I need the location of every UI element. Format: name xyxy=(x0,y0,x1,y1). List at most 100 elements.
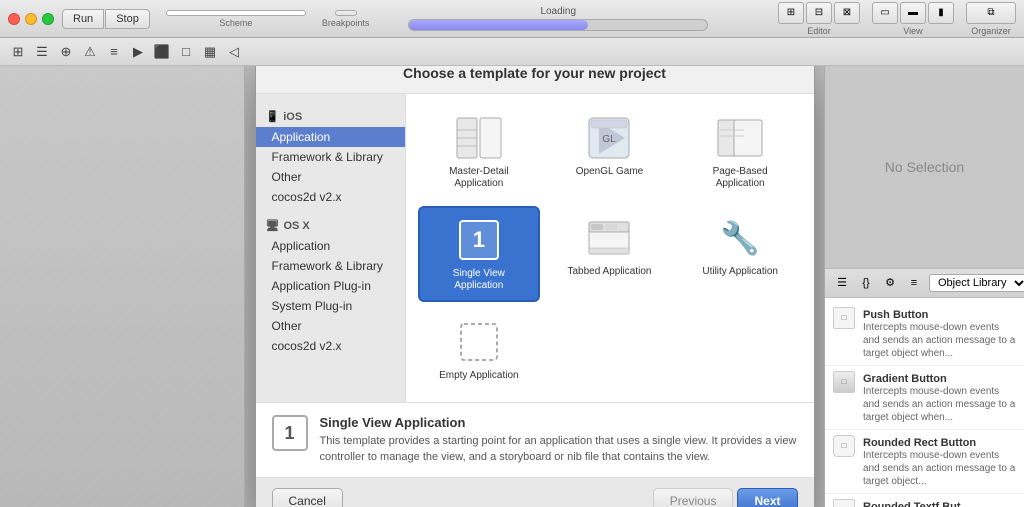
library-icon-1[interactable]: ☰ xyxy=(831,272,853,294)
monitor-icon: 🖥 xyxy=(266,219,280,232)
modal-overlay: Choose a template for your new project 📱… xyxy=(245,66,824,507)
templates-grid: Master-DetailApplication GL xyxy=(406,94,814,402)
previous-button[interactable]: Previous xyxy=(653,488,734,507)
desc-text: Single View Application This template pr… xyxy=(320,415,798,465)
library-item-push-button: □ Push Button Intercepts mouse-down even… xyxy=(825,302,1024,366)
view-icon-2[interactable]: ▬ xyxy=(900,2,926,24)
template-utility[interactable]: 🔧 Utility Application xyxy=(679,206,802,302)
library-list: □ Push Button Intercepts mouse-down even… xyxy=(825,298,1024,507)
left-panel-bg xyxy=(0,66,244,507)
toolbar-icon-list[interactable]: ☰ xyxy=(32,42,52,62)
sidebar-item-osx-sysplugin[interactable]: System Plug-in xyxy=(256,296,405,316)
sidebar-item-osx-framework[interactable]: Framework & Library xyxy=(256,256,405,276)
footer-nav-buttons: Previous Next xyxy=(653,488,798,507)
library-item-gradient-button: □ Gradient Button Intercepts mouse-down … xyxy=(825,366,1024,430)
template-tabbed[interactable]: Tabbed Application xyxy=(548,206,671,302)
desc-body: This template provides a starting point … xyxy=(320,434,798,465)
toolbar-icon-menu[interactable]: ≡ xyxy=(104,42,124,62)
desc-title: Single View Application xyxy=(320,415,798,430)
sidebar-item-osx-cocos2d[interactable]: cocos2d v2.x xyxy=(256,336,405,356)
library-icon-3[interactable]: ⚙ xyxy=(879,272,901,294)
toolbar-icon-square[interactable]: □ xyxy=(176,42,196,62)
next-button[interactable]: Next xyxy=(737,488,797,507)
view-icon-3[interactable]: ▮ xyxy=(928,2,954,24)
rounded-rect-icon: □ xyxy=(833,435,855,457)
sidebar-item-ios-other[interactable]: Other xyxy=(256,167,405,187)
toolbar-icon-back[interactable]: ◁ xyxy=(224,42,244,62)
toolbar-right: ⊞ ⊟ ⊠ Editor ▭ ▬ ▮ View ⧉ Organizer xyxy=(778,2,1016,36)
push-button-icon: □ xyxy=(833,307,855,329)
cancel-button[interactable]: Cancel xyxy=(272,488,343,507)
view-icons: ▭ ▬ ▮ xyxy=(872,2,954,24)
editor-label: Editor xyxy=(807,26,831,36)
sidebar-item-osx-other[interactable]: Other xyxy=(256,316,405,336)
close-button[interactable] xyxy=(8,13,20,25)
phone-icon: 📱 xyxy=(266,110,280,123)
editor-icon-2[interactable]: ⊟ xyxy=(806,2,832,24)
toolbar-icon-add[interactable]: ⊕ xyxy=(56,42,76,62)
svg-text:GL: GL xyxy=(603,134,617,145)
template-page-based[interactable]: Page-BasedApplication xyxy=(679,106,802,198)
toolbar-icon-play[interactable]: ▶ xyxy=(128,42,148,62)
organizer-btn[interactable]: ⧉ xyxy=(966,2,1016,24)
sidebar-item-ios-application[interactable]: Application xyxy=(256,127,405,147)
osx-section: 🖥 OS X Application Framework & Library A… xyxy=(256,211,405,360)
editor-icon-1[interactable]: ⊞ xyxy=(778,2,804,24)
template-opengl[interactable]: GL OpenGL Game xyxy=(548,106,671,198)
run-button[interactable]: Run xyxy=(62,9,104,29)
breakpoints-btn[interactable] xyxy=(335,10,357,16)
object-library-toolbar: ☰ {} ⚙ ≡ Object Library ⊞ ☰ xyxy=(825,268,1024,298)
push-button-text: Push Button Intercepts mouse-down events… xyxy=(863,307,1016,360)
rounded-rect-desc: Intercepts mouse-down events and sends a… xyxy=(863,449,1016,488)
template-empty[interactable]: Empty Application xyxy=(418,310,541,390)
organizer-label: Organizer xyxy=(971,26,1011,36)
toolbar-icon-grid[interactable]: ⊞ xyxy=(8,42,28,62)
library-icon-2[interactable]: {} xyxy=(855,272,877,294)
object-library-select[interactable]: Object Library xyxy=(929,274,1024,292)
loading-bar-fill xyxy=(409,20,588,30)
osx-header: 🖥 OS X xyxy=(256,215,405,236)
gradient-button-title: Gradient Button xyxy=(863,373,947,385)
push-button-desc: Intercepts mouse-down events and sends a… xyxy=(863,321,1016,360)
sidebar-item-osx-plugin[interactable]: Application Plug-in xyxy=(256,276,405,296)
scheme-selector[interactable] xyxy=(166,10,306,16)
no-selection-area: No Selection xyxy=(825,66,1024,268)
template-master-detail[interactable]: Master-DetailApplication xyxy=(418,106,541,198)
new-project-modal: Choose a template for your new project 📱… xyxy=(255,66,815,507)
template-sidebar: 📱 iOS Application Framework & Library Ot… xyxy=(256,94,406,402)
toolbar-icon-tiles[interactable]: ▦ xyxy=(200,42,220,62)
template-tabbed-icon xyxy=(585,214,633,262)
template-opengl-label: OpenGL Game xyxy=(576,166,643,178)
view-icon-1[interactable]: ▭ xyxy=(872,2,898,24)
titlebar: Run Stop Scheme Breakpoints Loading ⊞ ⊟ … xyxy=(0,0,1024,38)
library-icon-4[interactable]: ≡ xyxy=(903,272,925,294)
sidebar-item-osx-application[interactable]: Application xyxy=(256,236,405,256)
modal-title: Choose a template for your new project xyxy=(403,66,666,81)
ios-section: 📱 iOS Application Framework & Library Ot… xyxy=(256,102,405,211)
template-utility-label: Utility Application xyxy=(702,266,778,278)
rounded-rect-text: Rounded Rect Button Intercepts mouse-dow… xyxy=(863,435,1016,488)
no-selection-label: No Selection xyxy=(885,159,964,175)
toolbar-icon-warn[interactable]: ⚠ xyxy=(80,42,100,62)
minimize-button[interactable] xyxy=(25,13,37,25)
rounded-textf-icon: □ xyxy=(833,499,855,507)
breakpoints-section: Breakpoints xyxy=(322,10,370,28)
rounded-textf-text: Rounded Textf But... xyxy=(863,499,970,507)
template-page-based-label: Page-BasedApplication xyxy=(713,166,768,190)
editor-section: ⊞ ⊟ ⊠ Editor xyxy=(778,2,860,36)
library-view-icons: ☰ {} ⚙ ≡ xyxy=(831,272,925,294)
main-area: Choose a template for your new project 📱… xyxy=(0,66,1024,507)
stop-button[interactable]: Stop xyxy=(105,9,150,29)
scheme-label: Scheme xyxy=(219,18,252,28)
push-button-title: Push Button xyxy=(863,309,928,321)
template-single-view-icon: 1 xyxy=(455,216,503,264)
sidebar-item-ios-framework[interactable]: Framework & Library xyxy=(256,147,405,167)
toolbar-icon-stop[interactable]: ⬛ xyxy=(152,42,172,62)
maximize-button[interactable] xyxy=(42,13,54,25)
scheme-section: Scheme xyxy=(166,10,306,28)
ios-header: 📱 iOS xyxy=(256,106,405,127)
editor-icon-3[interactable]: ⊠ xyxy=(834,2,860,24)
loading-label: Loading xyxy=(408,6,708,17)
sidebar-item-ios-cocos2d[interactable]: cocos2d v2.x xyxy=(256,187,405,207)
template-single-view[interactable]: 1 Single ViewApplication xyxy=(418,206,541,302)
